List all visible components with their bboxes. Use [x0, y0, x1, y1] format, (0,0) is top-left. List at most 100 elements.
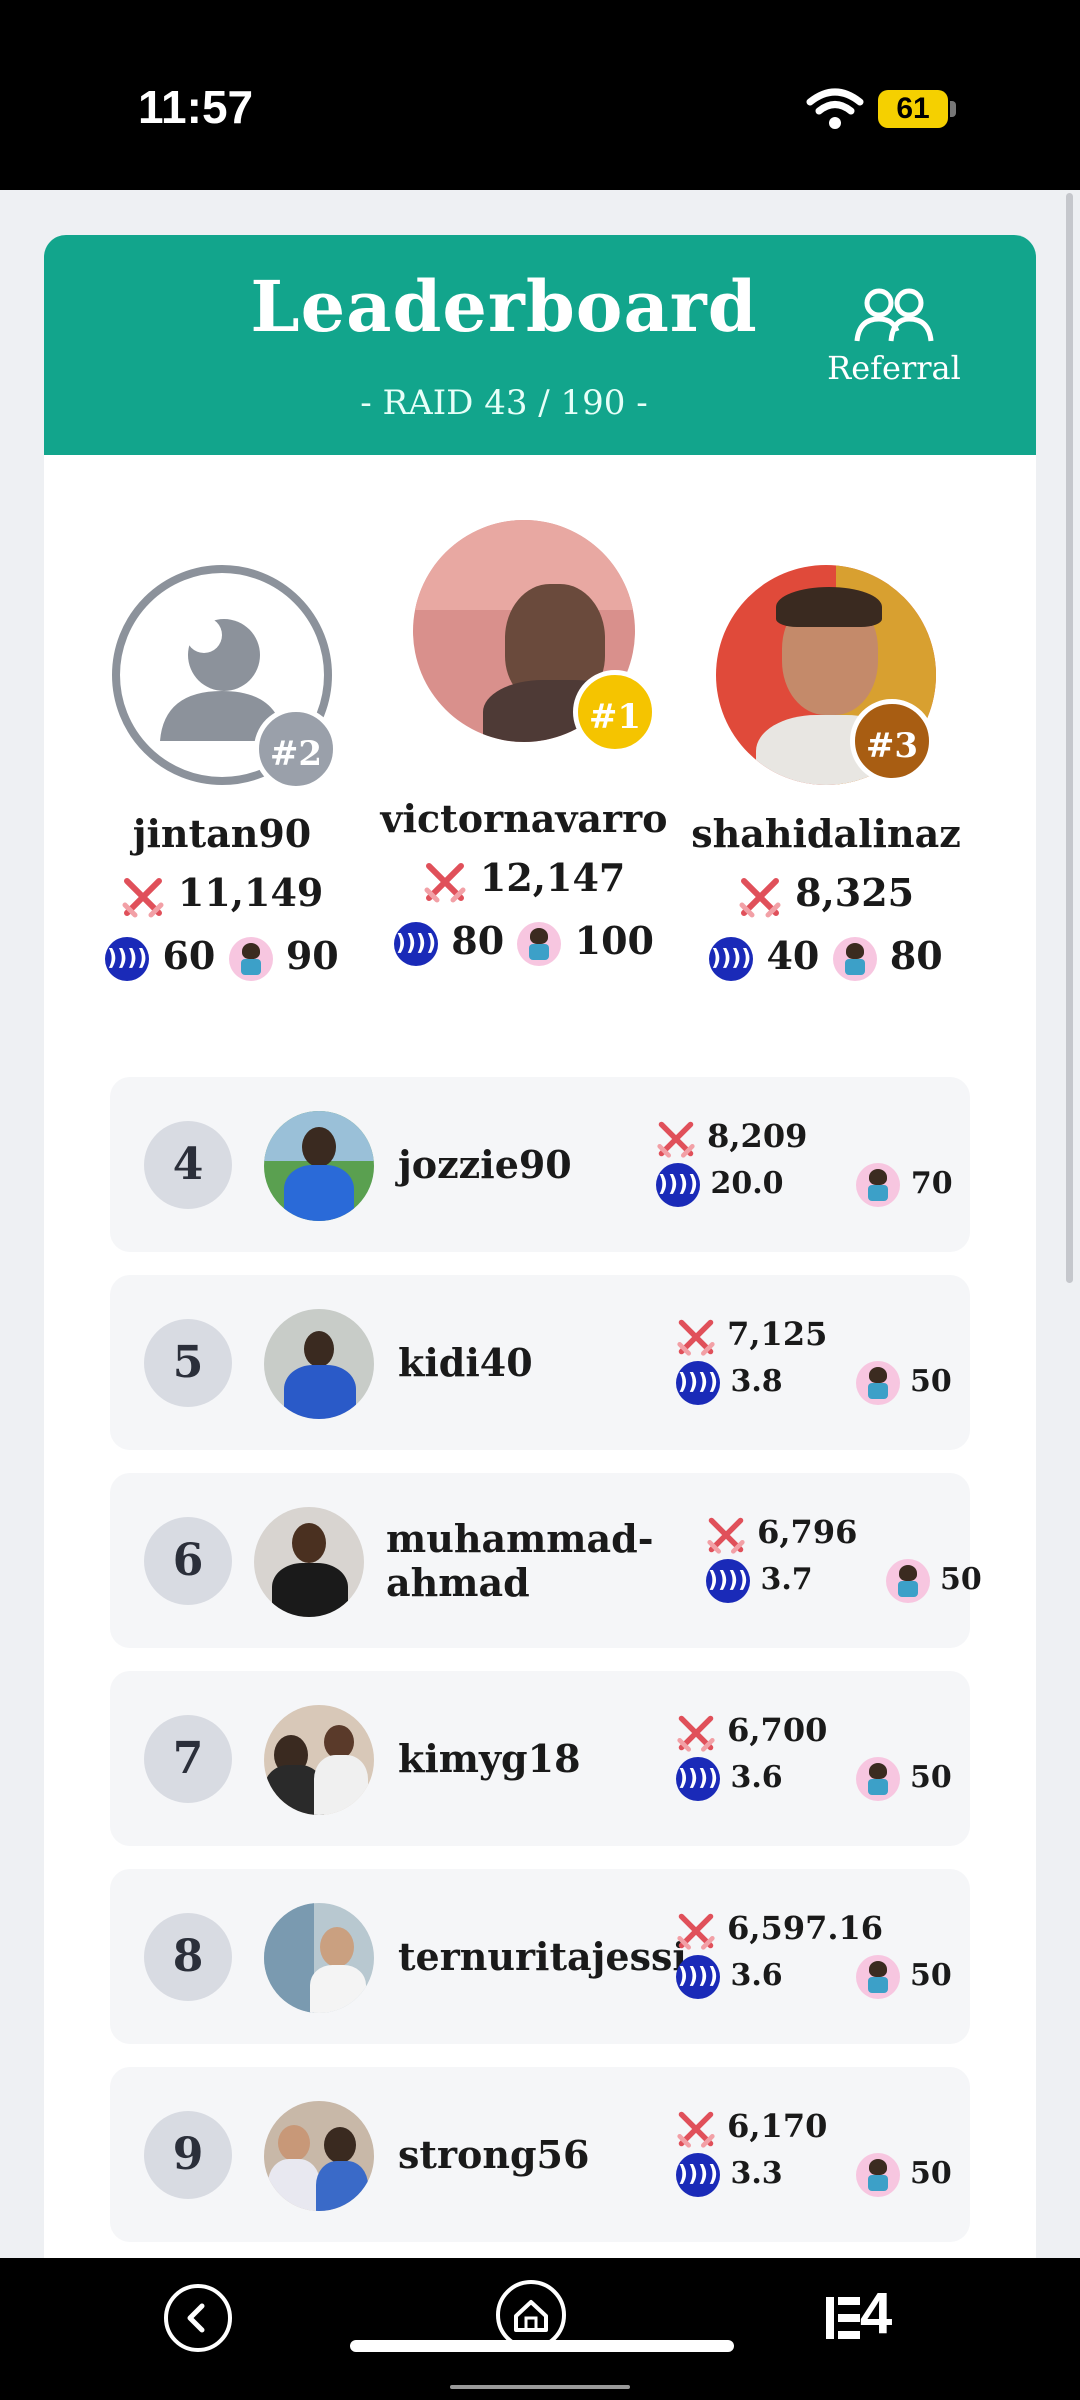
avatar [254, 1507, 364, 1617]
baby-reward: 90 [285, 932, 339, 978]
baby-reward: 70 [910, 1165, 953, 1201]
list-icon [826, 2296, 860, 2339]
username: shahidalinaz [691, 811, 961, 856]
username: kidi40 [398, 1339, 533, 1385]
crossed-swords-icon [739, 877, 781, 917]
row-stats: 7,125 )))) 3.8 50 [676, 1315, 952, 1405]
users-icon [854, 288, 934, 342]
crossed-swords-icon [424, 862, 466, 902]
baby-reward: 100 [574, 917, 654, 963]
score-value: 6,170 [727, 2107, 828, 2145]
baby-reward: 80 [889, 932, 943, 978]
menu-count: 4 [860, 2281, 893, 2346]
rank-badge: #3 [850, 699, 934, 783]
row-stats: 8,209 )))) 20.0 70 [656, 1117, 953, 1207]
steem-reward: 3.7 [760, 1561, 813, 1597]
baby-reward: 50 [910, 1759, 952, 1795]
steem-reward: 3.3 [730, 2155, 783, 2191]
leaderboard-row[interactable]: 8 ternuritajessi 6,597.16 )))) 3.6 50 [110, 1869, 970, 2044]
back-button[interactable] [164, 2284, 232, 2352]
crossed-swords-icon [677, 1319, 715, 1356]
referral-label: Referral [827, 349, 961, 387]
baby-avatar-icon [855, 2152, 900, 2197]
rank-number: 6 [144, 1517, 232, 1605]
home-icon [514, 2300, 548, 2332]
rewards-line: )))) 60 90 [72, 932, 372, 981]
crossed-swords-icon [677, 1913, 715, 1950]
username: strong56 [398, 2131, 590, 2177]
score-value: 8,325 [795, 870, 915, 915]
rank-badge: #2 [254, 707, 338, 791]
status-time: 11:57 [138, 81, 254, 133]
rank-number: 8 [144, 1913, 232, 2001]
steem-icon: )))) [706, 1558, 750, 1603]
leaderboard-row[interactable]: 4 jozzie90 8,209 )))) 20.0 70 [110, 1077, 970, 1252]
leaderboard-header: Leaderboard - RAID 43 / 190 - Referral [44, 235, 1036, 455]
steem-reward: 3.8 [730, 1363, 783, 1399]
steem-reward: 3.6 [730, 1957, 783, 1993]
steem-reward: 40 [766, 932, 820, 978]
podium-first[interactable]: #1 victornavarro 12,147 )))) 80 100 [374, 520, 674, 966]
rewards-line: )))) 40 80 [676, 932, 976, 981]
rank-number: 7 [144, 1715, 232, 1803]
raid-subtitle: - RAID 43 / 190 - [360, 383, 648, 423]
bottom-nav: 4 [0, 2258, 1080, 2400]
username: muhammad-ahmad [386, 1515, 654, 1605]
avatar: #3 [716, 565, 936, 785]
row-stats: 6,597.16 )))) 3.6 50 [676, 1909, 952, 1999]
steem-reward: 20.0 [710, 1165, 784, 1201]
avatar [264, 1309, 374, 1419]
score-value: 8,209 [707, 1117, 808, 1155]
leaderboard-row[interactable]: 9 strong56 6,170 )))) 3.3 50 [110, 2067, 970, 2242]
steem-icon: )))) [709, 937, 754, 981]
baby-avatar-icon [228, 937, 273, 981]
score-line: 12,147 [374, 855, 674, 904]
steem-icon: )))) [394, 922, 439, 966]
baby-avatar-icon [832, 937, 877, 981]
score-value: 6,700 [727, 1711, 828, 1749]
status-bar: 11:57 61 [0, 0, 1080, 190]
score-value: 7,125 [727, 1315, 828, 1353]
steem-icon: )))) [676, 1954, 720, 1999]
scrollbar[interactable] [1066, 193, 1073, 1283]
leaderboard-row[interactable]: 7 kimyg18 6,700 )))) 3.6 50 [110, 1671, 970, 1846]
avatar [264, 1903, 374, 2013]
score-line: 11,149 [72, 870, 372, 919]
home-indicator[interactable] [350, 2340, 734, 2352]
menu-button[interactable]: 4 [826, 2280, 892, 2347]
crossed-swords-icon [677, 2111, 715, 2148]
baby-avatar-icon [885, 1558, 930, 1603]
steem-icon: )))) [676, 2152, 720, 2197]
score-line: 8,325 [676, 870, 976, 919]
steem-icon: )))) [105, 937, 150, 981]
crossed-swords-icon [122, 877, 164, 917]
avatar: #1 [413, 520, 657, 754]
score-value: 12,147 [479, 855, 626, 900]
baby-reward: 50 [910, 1957, 952, 1993]
avatar [264, 1705, 374, 1815]
baby-avatar-icon [517, 922, 562, 966]
row-stats: 6,796 )))) 3.7 50 [706, 1513, 982, 1603]
leaderboard-card: Leaderboard - RAID 43 / 190 - Referral #… [44, 235, 1036, 2265]
podium-third[interactable]: #3 shahidalinaz 8,325 )))) 40 80 [676, 565, 976, 981]
leaderboard-row[interactable]: 5 kidi40 7,125 )))) 3.8 50 [110, 1275, 970, 1450]
baby-avatar-icon [855, 1756, 900, 1801]
rank-number: 9 [144, 2111, 232, 2199]
steem-reward: 3.6 [730, 1759, 783, 1795]
battery-tip [950, 101, 956, 117]
row-stats: 6,700 )))) 3.6 50 [676, 1711, 952, 1801]
username: jozzie90 [398, 1141, 572, 1187]
steem-reward: 60 [162, 932, 216, 978]
baby-avatar-icon [855, 1954, 900, 1999]
avatar [264, 2101, 374, 2211]
steem-icon: )))) [676, 1360, 720, 1405]
podium-second[interactable]: #2 jintan90 11,149 )))) 60 90 [72, 565, 372, 981]
row-stats: 6,170 )))) 3.3 50 [676, 2107, 952, 2197]
rewards-line: )))) 80 100 [374, 917, 674, 966]
avatar: #2 [112, 565, 338, 791]
rank-number: 4 [144, 1121, 232, 1209]
leaderboard-row[interactable]: 6 muhammad-ahmad 6,796 )))) 3.7 50 [110, 1473, 982, 1648]
crossed-swords-icon [707, 1517, 745, 1554]
referral-button[interactable]: Referral [804, 285, 984, 387]
baby-reward: 50 [910, 2155, 952, 2191]
